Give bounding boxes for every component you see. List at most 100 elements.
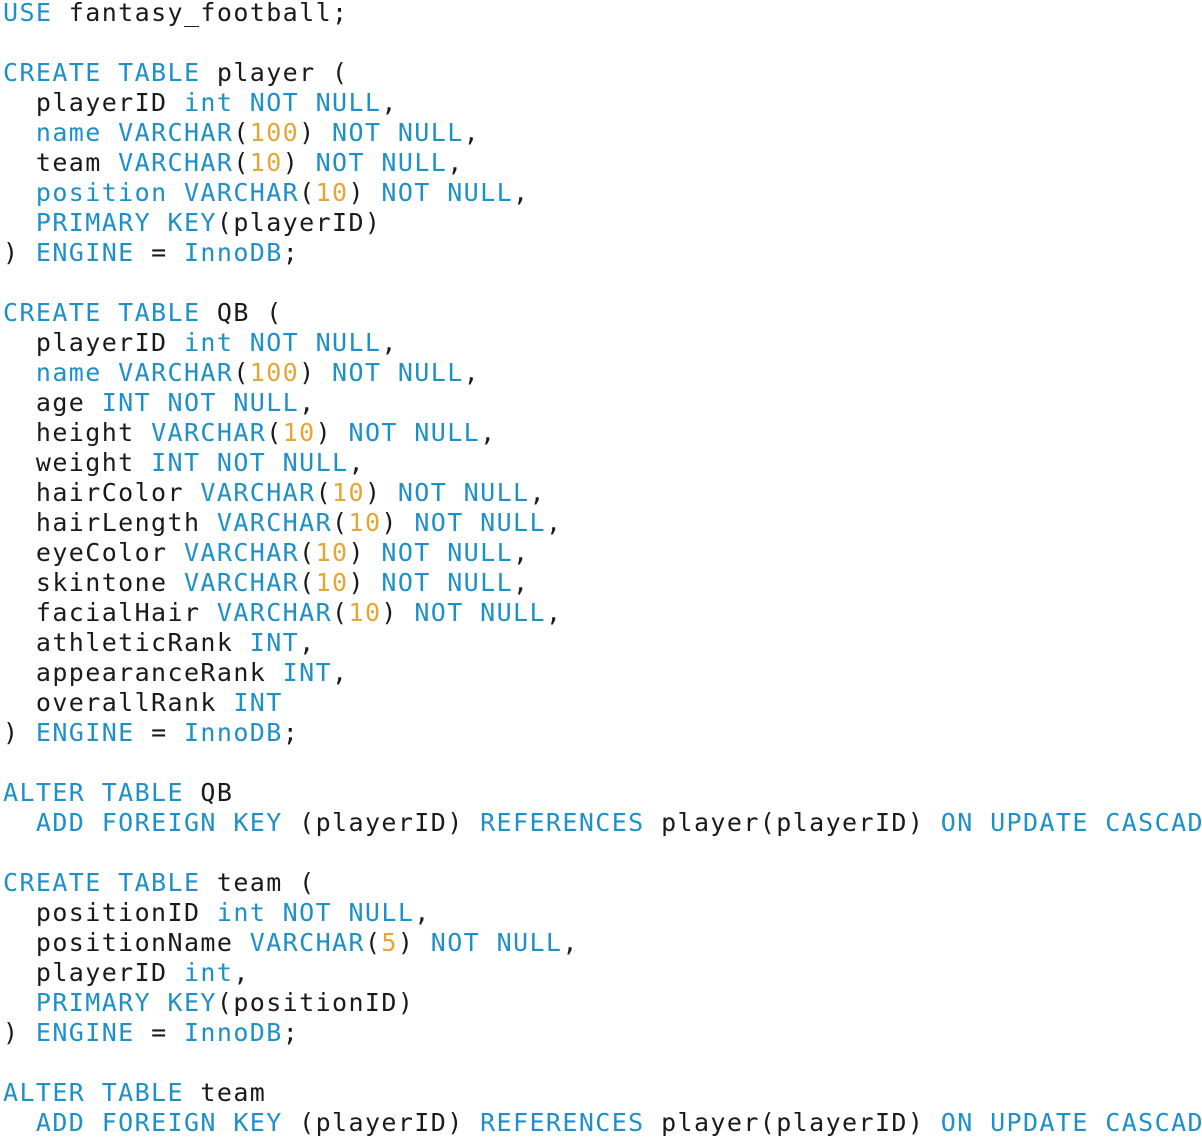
number-token: 10 <box>315 568 349 597</box>
blank-code-line[interactable] <box>3 1048 1202 1078</box>
text-token: ) <box>3 718 36 747</box>
code-line[interactable]: CREATE TABLE player ( <box>3 58 1202 88</box>
code-line[interactable]: USE fantasy_football; <box>3 0 1202 28</box>
text-token: weight <box>3 448 152 477</box>
keyword-token: int NOT NULL <box>183 328 382 357</box>
code-line[interactable]: CREATE TABLE team ( <box>3 868 1202 898</box>
blank-code-line[interactable] <box>3 268 1202 298</box>
keyword-token: PRIMARY KEY <box>35 988 217 1017</box>
code-line[interactable]: ADD FOREIGN KEY (playerID) REFERENCES pl… <box>3 808 1202 838</box>
code-line[interactable]: ALTER TABLE QB <box>3 778 1202 808</box>
code-line[interactable]: ) ENGINE = InnoDB; <box>3 1018 1202 1048</box>
text-token: , <box>233 958 250 987</box>
code-line[interactable]: team VARCHAR(10) NOT NULL, <box>3 148 1202 178</box>
code-line[interactable]: hairColor VARCHAR(10) NOT NULL, <box>3 478 1202 508</box>
number-token: 10 <box>332 478 365 507</box>
keyword-token: REFERENCES <box>480 1108 645 1137</box>
blank-code-line[interactable] <box>3 28 1202 58</box>
text-token: hairColor <box>3 478 201 507</box>
keyword-token: CREATE TABLE <box>3 868 201 897</box>
text-token: ) <box>3 1018 36 1047</box>
code-line[interactable]: eyeColor VARCHAR(10) NOT NULL, <box>3 538 1202 568</box>
blank-code-line[interactable] <box>3 838 1202 868</box>
code-line[interactable]: PRIMARY KEY(positionID) <box>3 988 1202 1018</box>
keyword-token: CREATE TABLE <box>3 298 201 327</box>
keyword-token: INT NOT NULL <box>151 448 349 477</box>
code-line[interactable]: skintone VARCHAR(10) NOT NULL, <box>3 568 1202 598</box>
keyword-token: USE <box>3 0 53 27</box>
keyword-token: ADD FOREIGN KEY <box>35 808 283 837</box>
text-token: ; <box>282 718 300 747</box>
keyword-token: position VARCHAR <box>35 178 300 207</box>
text-token: ( <box>364 928 382 957</box>
code-line[interactable]: athleticRank INT, <box>3 628 1202 658</box>
keyword-token: VARCHAR <box>183 568 300 597</box>
text-token: team ( <box>200 868 316 897</box>
code-line[interactable]: playerID int NOT NULL, <box>3 328 1202 358</box>
code-line[interactable]: weight INT NOT NULL, <box>3 448 1202 478</box>
code-line[interactable]: positionName VARCHAR(5) NOT NULL, <box>3 928 1202 958</box>
text-token: ) <box>348 178 382 207</box>
code-line[interactable]: ADD FOREIGN KEY (playerID) REFERENCES pl… <box>3 1108 1202 1138</box>
keyword-token: InnoDB <box>183 1018 283 1047</box>
number-token: 10 <box>249 148 283 177</box>
keyword-token: NOT NULL <box>381 568 514 597</box>
code-editor[interactable]: USE fantasy_football; CREATE TABLE playe… <box>0 0 1202 1142</box>
text-token: , <box>513 538 530 567</box>
keyword-token: INT <box>233 688 283 717</box>
code-line[interactable]: ALTER TABLE team <box>3 1078 1202 1108</box>
keyword-token: NOT NULL <box>381 178 514 207</box>
text-token: ( <box>233 118 250 147</box>
text-token: playerID <box>3 958 184 987</box>
code-line[interactable]: ) ENGINE = InnoDB; <box>3 718 1202 748</box>
sql-code-block[interactable]: USE fantasy_football; CREATE TABLE playe… <box>3 0 1202 1138</box>
code-line[interactable]: age INT NOT NULL, <box>3 388 1202 418</box>
keyword-token: INT <box>282 658 333 687</box>
text-token: (positionID) <box>216 988 415 1017</box>
text-token: , <box>381 328 398 357</box>
text-token: team <box>183 1078 267 1107</box>
text-token: ) <box>315 418 349 447</box>
text-token: ; <box>282 1018 300 1047</box>
code-line[interactable]: hairLength VARCHAR(10) NOT NULL, <box>3 508 1202 538</box>
code-line[interactable]: overallRank INT <box>3 688 1202 718</box>
code-line[interactable]: PRIMARY KEY(playerID) <box>3 208 1202 238</box>
text-token: ) <box>348 568 382 597</box>
blank-code-line[interactable] <box>3 748 1202 778</box>
text-token: ) <box>348 538 382 567</box>
text-token: ) <box>299 118 333 147</box>
code-line[interactable]: ) ENGINE = InnoDB; <box>3 238 1202 268</box>
number-token: 100 <box>249 358 300 387</box>
text-token: (playerID) <box>216 208 382 237</box>
keyword-token: VARCHAR <box>118 148 234 177</box>
text-token: playerID <box>3 88 184 117</box>
text-token: ) <box>299 358 333 387</box>
code-line[interactable]: facialHair VARCHAR(10) NOT NULL, <box>3 598 1202 628</box>
code-line[interactable]: positionID int NOT NULL, <box>3 898 1202 928</box>
text-token: ( <box>299 568 316 597</box>
keyword-token: ALTER TABLE <box>3 778 184 807</box>
code-line[interactable]: height VARCHAR(10) NOT NULL, <box>3 418 1202 448</box>
text-token: playerID <box>3 328 184 357</box>
code-line[interactable]: CREATE TABLE QB ( <box>3 298 1202 328</box>
number-token: 10 <box>315 178 349 207</box>
text-token: ; <box>282 238 300 267</box>
code-line[interactable]: position VARCHAR(10) NOT NULL, <box>3 178 1202 208</box>
text-token: , <box>545 598 563 627</box>
text-token: , <box>480 418 497 447</box>
keyword-token: InnoDB <box>183 238 283 267</box>
code-line[interactable]: playerID int, <box>3 958 1202 988</box>
text-token: = <box>134 718 184 747</box>
code-line[interactable]: playerID int NOT NULL, <box>3 88 1202 118</box>
code-line[interactable]: name VARCHAR(100) NOT NULL, <box>3 358 1202 388</box>
keyword-token: CREATE TABLE <box>3 58 201 87</box>
text-token: QB ( <box>200 298 283 327</box>
text-token: , <box>513 568 530 597</box>
code-line[interactable]: appearanceRank INT, <box>3 658 1202 688</box>
number-token: 10 <box>348 508 382 537</box>
number-token: 10 <box>315 538 349 567</box>
code-line[interactable]: name VARCHAR(100) NOT NULL, <box>3 118 1202 148</box>
